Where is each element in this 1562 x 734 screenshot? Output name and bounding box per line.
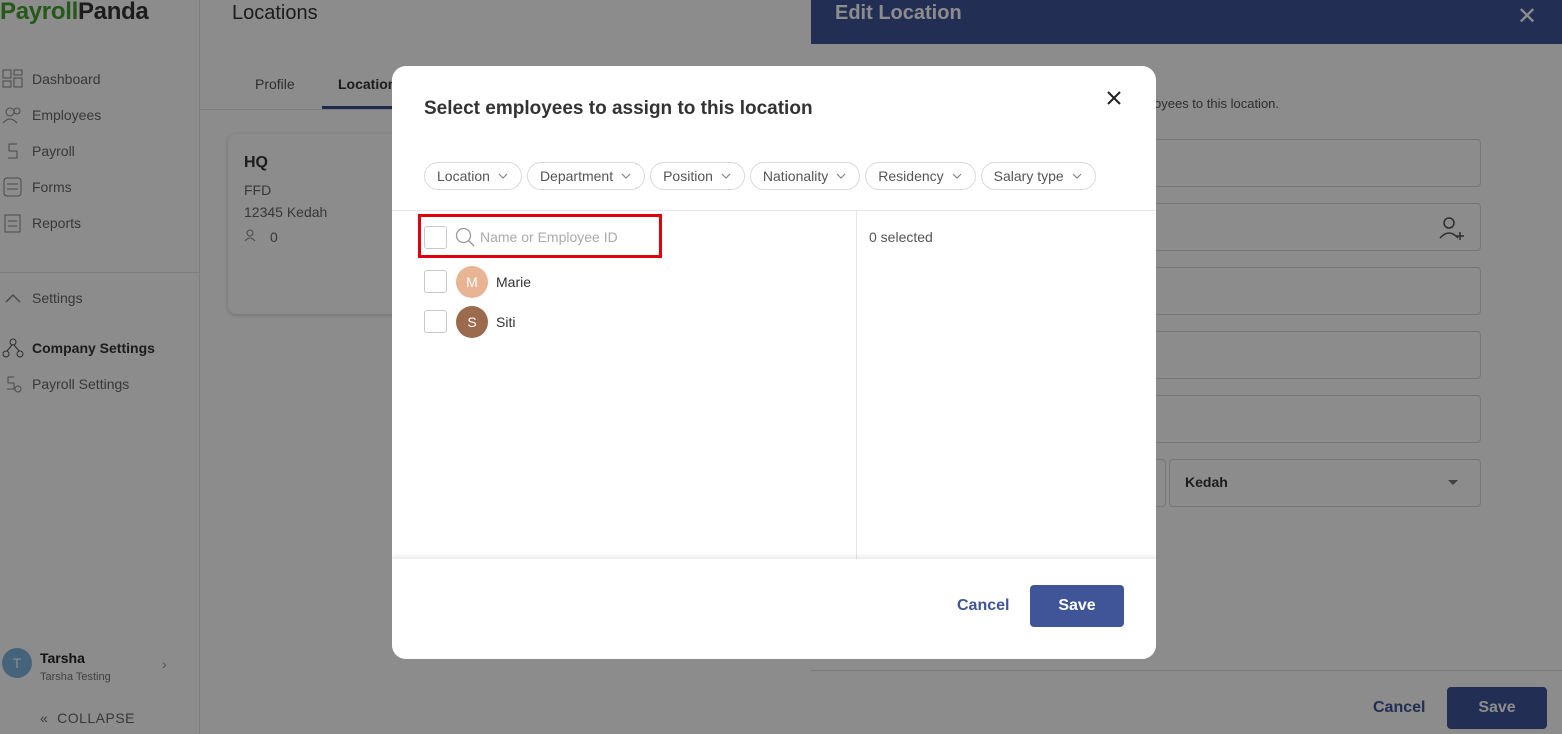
modal-title: Select employees to assign to this locat… xyxy=(424,98,813,119)
column-divider xyxy=(856,211,857,559)
filter-label: Residency xyxy=(878,168,944,184)
chevron-down-icon xyxy=(621,173,631,179)
selected-count: 0 selected xyxy=(869,229,933,245)
filter-location[interactable]: Location xyxy=(424,162,522,190)
filter-label: Nationality xyxy=(762,168,829,184)
save-button[interactable]: Save xyxy=(1030,585,1124,627)
search-highlight-box xyxy=(418,214,662,258)
chevron-down-icon xyxy=(1072,173,1082,179)
filter-position[interactable]: Position xyxy=(650,162,745,190)
employee-row[interactable]: S Siti xyxy=(424,306,844,338)
employee-checkbox[interactable] xyxy=(424,270,447,293)
cancel-button[interactable]: Cancel xyxy=(957,597,1009,615)
filter-label: Position xyxy=(663,168,713,184)
chevron-down-icon xyxy=(836,173,846,179)
filter-department[interactable]: Department xyxy=(526,162,646,190)
filter-bar: Location Department Position Nationality Res… xyxy=(424,162,1096,190)
filter-label: Salary type xyxy=(993,168,1064,184)
employee-name: Marie xyxy=(496,274,532,290)
filter-label: Department xyxy=(539,168,614,184)
chevron-down-icon xyxy=(952,173,962,179)
filter-nationality[interactable]: Nationality xyxy=(749,162,861,190)
select-employees-modal: Select employees to assign to this locat… xyxy=(392,66,1156,659)
employee-checkbox[interactable] xyxy=(424,310,447,333)
filter-label: Location xyxy=(437,168,490,184)
employee-avatar: S xyxy=(456,306,488,338)
employee-row[interactable]: M Marie xyxy=(424,266,844,298)
employee-avatar: M xyxy=(456,266,488,298)
chevron-down-icon xyxy=(721,173,731,179)
close-icon[interactable] xyxy=(1102,86,1126,110)
modal-footer: Cancel Save xyxy=(392,559,1156,659)
filter-salary-type[interactable]: Salary type xyxy=(980,162,1096,190)
filter-residency[interactable]: Residency xyxy=(865,162,976,190)
chevron-down-icon xyxy=(498,173,508,179)
modal-body-divider xyxy=(392,210,1156,211)
employee-name: Siti xyxy=(496,314,516,330)
